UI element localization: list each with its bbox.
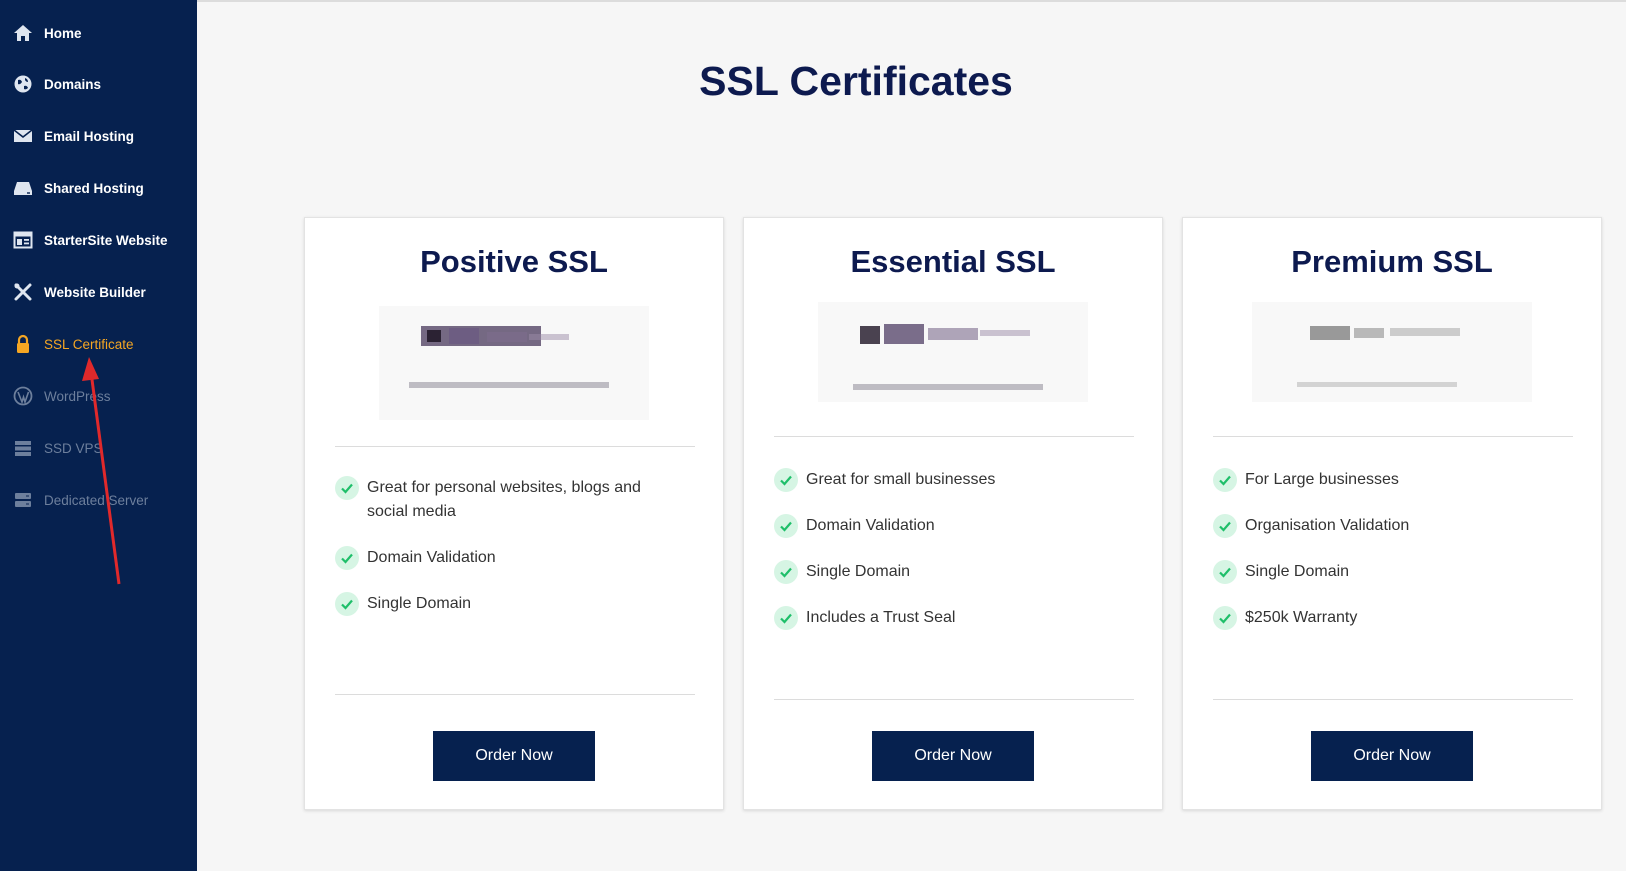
sidebar-item-label: Home xyxy=(44,25,82,41)
plan-card-positive-ssl: Positive SSL Great for personal websites… xyxy=(304,217,724,810)
order-now-button[interactable]: Order Now xyxy=(1311,731,1473,781)
sidebar-item-label: WordPress xyxy=(44,388,111,404)
feature-list: For Large businesses Organisation Valida… xyxy=(1213,468,1558,652)
ssl-seal-image xyxy=(818,302,1088,402)
feature-item: Single Domain xyxy=(774,560,1119,584)
order-now-button[interactable]: Order Now xyxy=(433,731,595,781)
sidebar-item-label: SSD VPS xyxy=(44,440,103,456)
sidebar-item-website-builder[interactable]: Website Builder xyxy=(0,272,197,312)
sidebar-item-wordpress[interactable]: WordPress xyxy=(0,376,197,416)
globe-icon xyxy=(12,73,34,95)
feature-item: Domain Validation xyxy=(335,546,680,570)
feature-item: Great for small businesses xyxy=(774,468,1119,492)
check-icon xyxy=(335,476,359,500)
plan-title: Essential SSL xyxy=(850,244,1056,279)
sidebar-item-home[interactable]: Home xyxy=(0,13,197,53)
home-icon xyxy=(12,22,34,44)
sidebar-item-label: Email Hosting xyxy=(44,128,135,144)
ssl-seal-image xyxy=(1252,302,1532,402)
card-divider xyxy=(1213,436,1573,437)
feature-item: Includes a Trust Seal xyxy=(774,606,1119,630)
page-title: SSL Certificates xyxy=(699,58,1013,104)
feature-item: Single Domain xyxy=(1213,560,1558,584)
plan-title: Positive SSL xyxy=(420,244,608,279)
tools-icon xyxy=(12,281,34,303)
card-divider xyxy=(1213,699,1573,700)
plan-card-essential-ssl: Essential SSL Great for small businesses… xyxy=(743,217,1163,810)
feature-list: Great for personal websites, blogs and s… xyxy=(335,476,680,638)
envelope-icon xyxy=(12,125,34,147)
feature-item: $250k Warranty xyxy=(1213,606,1558,630)
check-icon xyxy=(774,514,798,538)
check-icon xyxy=(774,606,798,630)
sidebar: Home Domains Email Hosting Shared Hostin… xyxy=(0,0,197,871)
card-divider xyxy=(335,446,695,447)
check-icon xyxy=(1213,606,1237,630)
sidebar-item-label: StarterSite Website xyxy=(44,232,168,248)
sidebar-item-label: Website Builder xyxy=(44,284,146,300)
sidebar-item-startersite-website[interactable]: StarterSite Website xyxy=(0,220,197,260)
sidebar-item-label: Shared Hosting xyxy=(44,180,144,196)
sidebar-item-dedicated-server[interactable]: Dedicated Server xyxy=(0,480,197,520)
card-divider xyxy=(774,699,1134,700)
sidebar-item-domains[interactable]: Domains xyxy=(0,64,197,104)
check-icon xyxy=(1213,514,1237,538)
feature-item: Organisation Validation xyxy=(1213,514,1558,538)
feature-list: Great for small businesses Domain Valida… xyxy=(774,468,1119,652)
check-icon xyxy=(774,560,798,584)
lock-icon xyxy=(12,333,34,355)
plan-card-premium-ssl: Premium SSL For Large businesses Organis… xyxy=(1182,217,1602,810)
sidebar-item-shared-hosting[interactable]: Shared Hosting xyxy=(0,168,197,208)
feature-item: Great for personal websites, blogs and s… xyxy=(335,476,680,524)
sidebar-item-label: Domains xyxy=(44,76,102,92)
wordpress-icon xyxy=(12,385,34,407)
check-icon xyxy=(335,592,359,616)
card-divider xyxy=(335,694,695,695)
layout-icon xyxy=(12,229,34,251)
rack-server-icon xyxy=(12,489,34,511)
check-icon xyxy=(335,546,359,570)
sidebar-item-email-hosting[interactable]: Email Hosting xyxy=(0,116,197,156)
card-divider xyxy=(774,436,1134,437)
sidebar-item-ssl-certificate[interactable]: SSL Certificate xyxy=(0,324,197,364)
ssl-seal-image xyxy=(379,306,649,420)
order-now-button[interactable]: Order Now xyxy=(872,731,1034,781)
main-content: SSL Certificates Positive SSL Great for … xyxy=(197,0,1626,871)
check-icon xyxy=(774,468,798,492)
sidebar-item-label: SSL Certificate xyxy=(44,336,134,352)
check-icon xyxy=(1213,560,1237,584)
feature-item: Single Domain xyxy=(335,592,680,616)
sidebar-item-ssd-vps[interactable]: SSD VPS xyxy=(0,428,197,468)
feature-item: For Large businesses xyxy=(1213,468,1558,492)
stack-icon xyxy=(12,437,34,459)
server-icon xyxy=(12,177,34,199)
check-icon xyxy=(1213,468,1237,492)
plan-title: Premium SSL xyxy=(1291,244,1493,279)
sidebar-item-label: Dedicated Server xyxy=(44,492,149,508)
feature-item: Domain Validation xyxy=(774,514,1119,538)
